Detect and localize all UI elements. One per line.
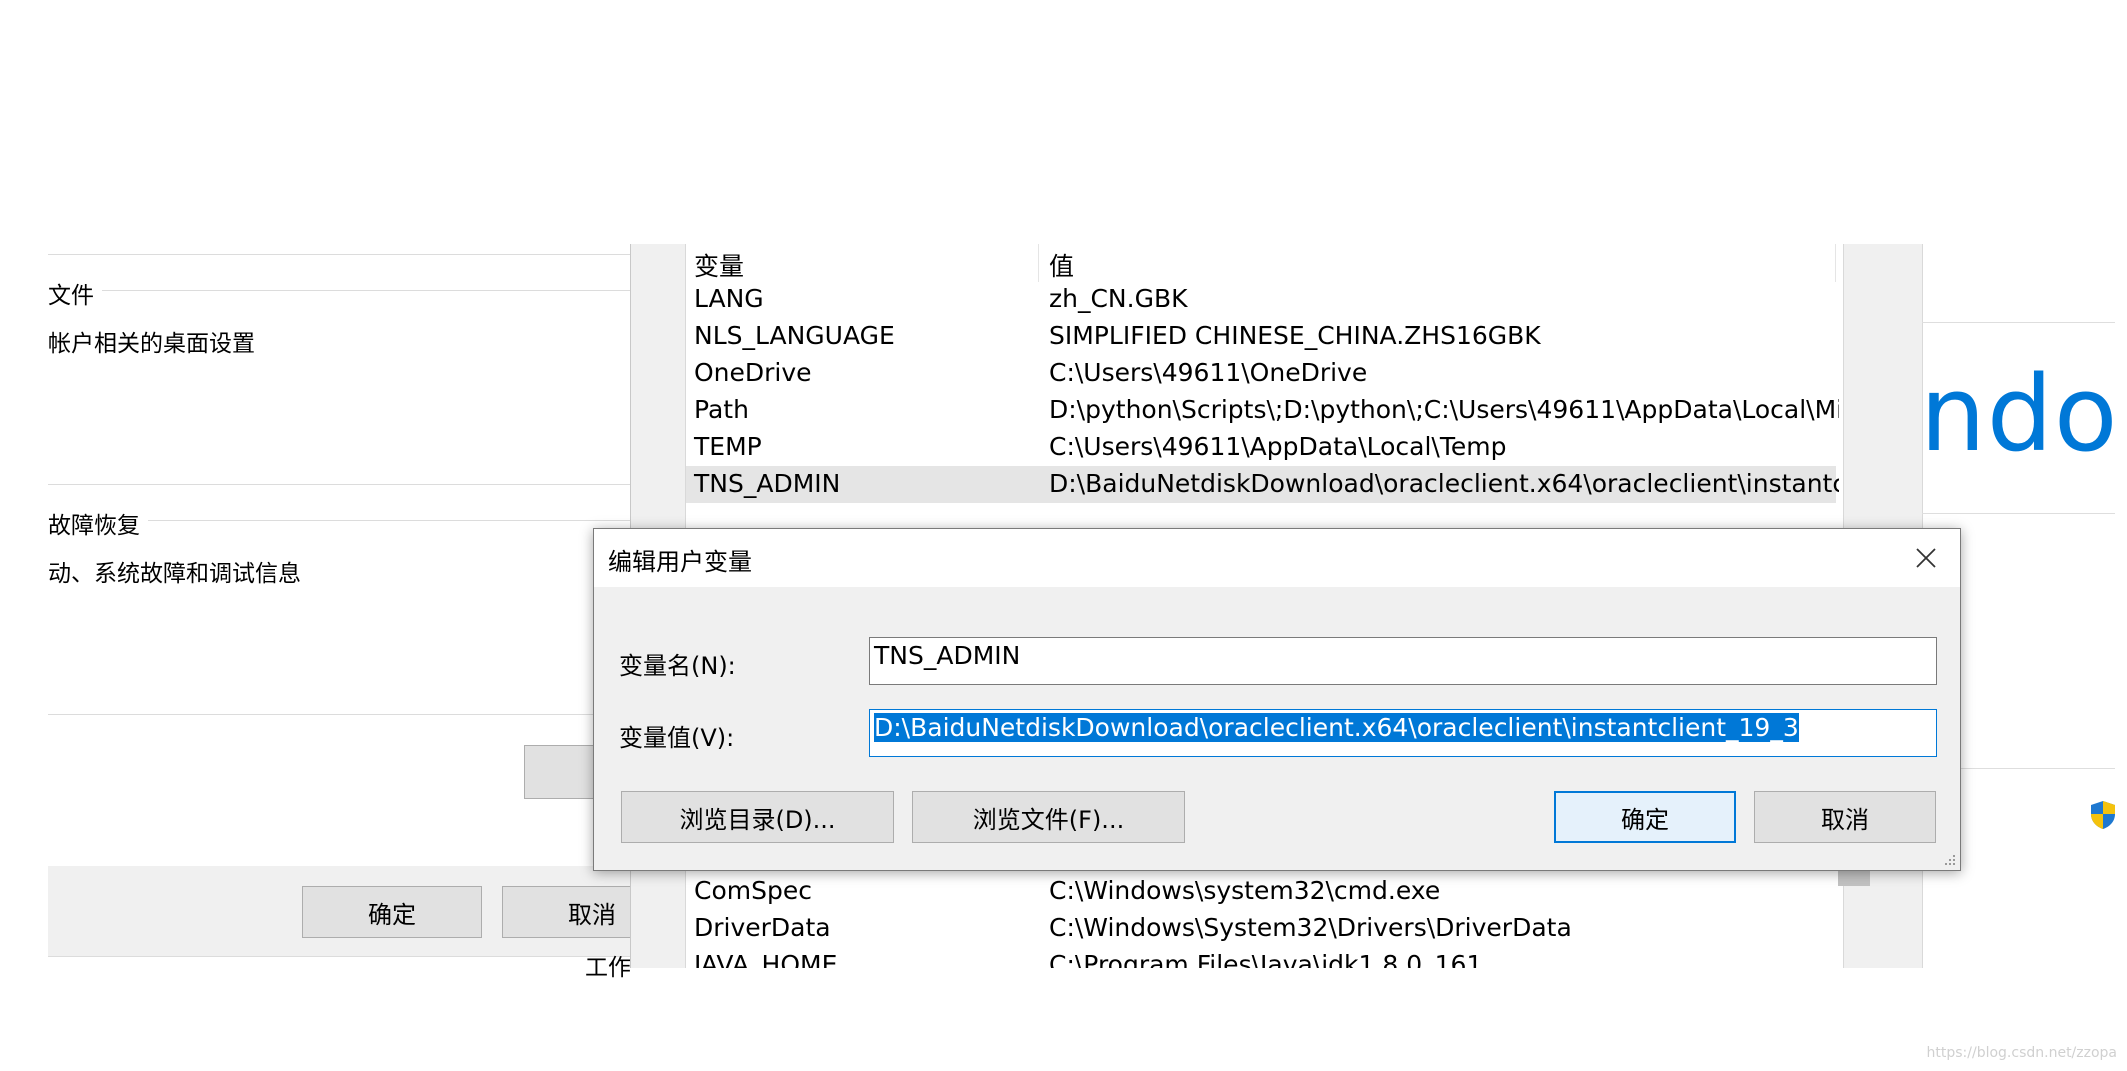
divider	[48, 714, 633, 715]
lower-panel-edge	[48, 956, 633, 969]
variable-value: D:\BaiduNetdiskDownload\oracleclient.x64…	[1049, 469, 1839, 498]
divider	[48, 254, 633, 255]
variable-value-text: D:\BaiduNetdiskDownload\oracleclient.x64…	[874, 713, 1799, 742]
list-item[interactable]: LANG zh_CN.GBK	[686, 281, 1836, 318]
list-item[interactable]: NLS_LANGUAGE SIMPLIFIED CHINESE_CHINA.ZH…	[686, 318, 1836, 355]
list-item-selected[interactable]: TNS_ADMIN D:\BaiduNetdiskDownload\oracle…	[686, 466, 1839, 503]
system-cancel-button[interactable]: 取消	[502, 886, 633, 938]
ok-button[interactable]: 确定	[1554, 791, 1736, 843]
divider	[48, 290, 633, 291]
variable-name: TEMP	[694, 432, 762, 461]
cancel-button[interactable]: 取消	[1754, 791, 1936, 843]
system-properties-footer: 确定 取消	[48, 866, 633, 956]
startup-recovery-description: 动、系统故障和调试信息	[48, 561, 301, 587]
variable-name: JAVA_HOME	[694, 950, 838, 968]
startup-recovery-group-label: 故障恢复	[48, 506, 148, 540]
variable-value: C:\Users\49611\AppData\Local\Temp	[1049, 432, 1507, 461]
variable-value: D:\python\Scripts\;D:\python\;C:\Users\4…	[1049, 395, 1839, 424]
windows-logo: indow	[1922, 322, 2115, 514]
variable-name: LANG	[694, 284, 764, 313]
list-item[interactable]: DriverData C:\Windows\System32\Drivers\D…	[686, 910, 1836, 947]
watermark: https://blog.csdn.net/zzopa	[1926, 1045, 2117, 1061]
divider	[48, 484, 633, 485]
variable-name-label: 变量名(N):	[619, 652, 736, 680]
variable-name-field[interactable]: TNS_ADMIN	[869, 637, 1937, 685]
variable-name: OneDrive	[694, 358, 812, 387]
variable-name: ComSpec	[694, 876, 812, 905]
variable-value: C:\Users\49611\OneDrive	[1049, 358, 1368, 387]
variable-name: DriverData	[694, 913, 831, 942]
list-header: 变量 值	[686, 244, 1836, 281]
variable-value: zh_CN.GBK	[1049, 284, 1188, 313]
column-header-value[interactable]: 值	[1049, 247, 1839, 283]
list-item[interactable]: OneDrive C:\Users\49611\OneDrive	[686, 355, 1836, 392]
dialog-title: 编辑用户变量	[608, 548, 752, 576]
variable-value: SIMPLIFIED CHINESE_CHINA.ZHS16GBK	[1049, 321, 1541, 350]
variable-name-value: TNS_ADMIN	[874, 641, 1021, 670]
variable-name: Path	[694, 395, 749, 424]
browse-directory-button[interactable]: 浏览目录(D)...	[621, 791, 894, 843]
lower-panel-fragment: 工作	[585, 955, 631, 981]
list-item[interactable]: JAVA_HOME C:\Program Files\Java\jdk1.8.0…	[686, 947, 1836, 968]
column-header-name[interactable]: 变量	[694, 247, 744, 283]
dialog-titlebar[interactable]: 编辑用户变量	[594, 529, 1960, 587]
variable-value-field[interactable]: D:\BaiduNetdiskDownload\oracleclient.x64…	[869, 709, 1937, 757]
user-profiles-group-label: 文件	[48, 276, 102, 310]
system-ok-button[interactable]: 确定	[302, 886, 482, 938]
variable-value-label: 变量值(V):	[619, 724, 735, 752]
close-button[interactable]	[1896, 533, 1956, 583]
list-item[interactable]: Path D:\python\Scripts\;D:\python\;C:\Us…	[686, 392, 1839, 429]
variable-value: C:\Windows\system32\cmd.exe	[1049, 876, 1441, 905]
variable-name: TNS_ADMIN	[694, 469, 841, 498]
close-icon	[1916, 548, 1936, 568]
variable-value: C:\Program Files\Java\jdk1.8.0_161	[1049, 950, 1483, 968]
windows-logo-text: indow	[1922, 353, 2115, 475]
browse-file-button[interactable]: 浏览文件(F)...	[912, 791, 1185, 843]
user-profiles-description: 帐户相关的桌面设置	[48, 331, 255, 357]
edit-user-variable-dialog: 编辑用户变量 变量名(N): TNS_ADMIN 变量值(V): D:\Baid…	[593, 528, 1961, 871]
shield-icon	[2090, 800, 2116, 830]
variable-value: C:\Windows\System32\Drivers\DriverData	[1049, 913, 1572, 942]
list-item[interactable]: TEMP C:\Users\49611\AppData\Local\Temp	[686, 429, 1836, 466]
resize-grip-icon[interactable]	[1943, 853, 1957, 867]
list-item[interactable]: ComSpec C:\Windows\system32\cmd.exe	[686, 873, 1836, 910]
variable-name: NLS_LANGUAGE	[694, 321, 895, 350]
